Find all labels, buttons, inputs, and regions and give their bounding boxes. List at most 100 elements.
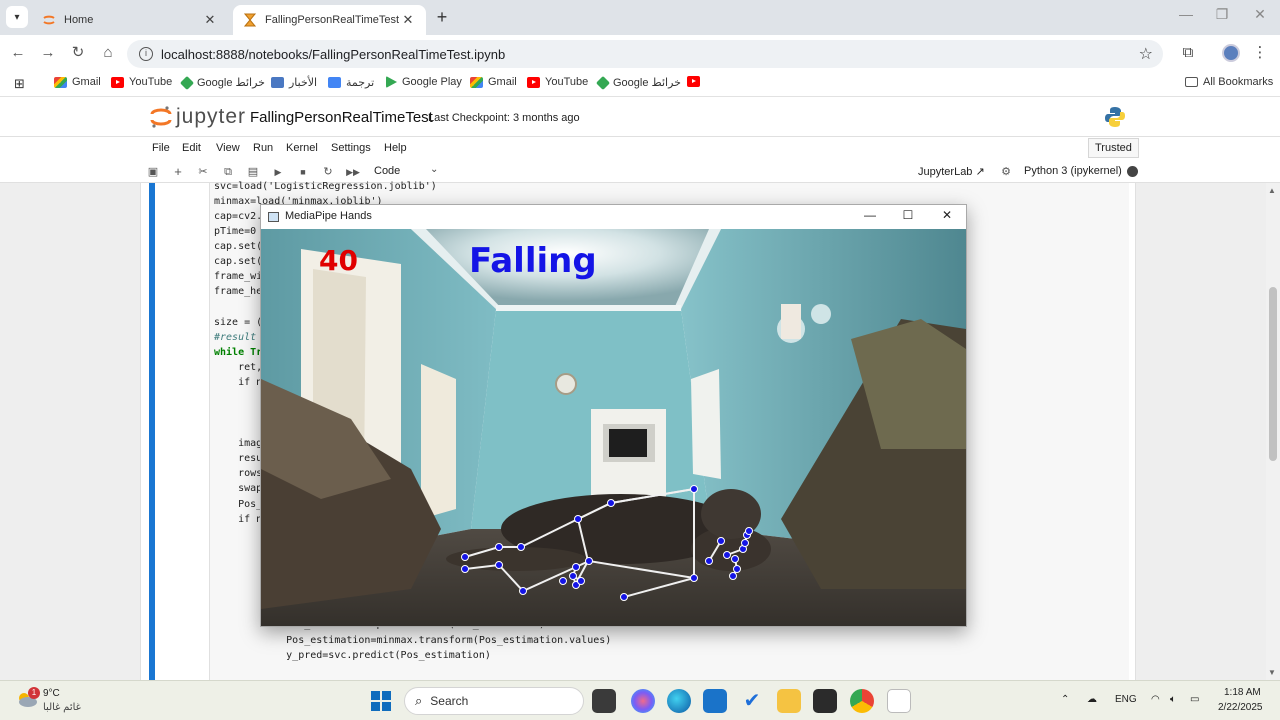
code-line: while Tr (214, 347, 263, 358)
terminal-icon[interactable] (813, 689, 837, 713)
extensions-icon[interactable]: ⧉ (1178, 43, 1198, 63)
mediapipe-window[interactable]: MediaPipe Hands — ☐ ✕ 40 Falling (260, 204, 967, 627)
minimize-window-icon[interactable]: — (1176, 6, 1196, 22)
bookmark-label: Google خرائط (197, 77, 265, 89)
bookmark-gmail[interactable]: Gmail (470, 76, 517, 88)
bookmark-news[interactable]: الأخبار (271, 76, 317, 89)
trusted-indicator[interactable]: Trusted (1088, 138, 1139, 158)
close-tab-icon[interactable]: ✕ (202, 12, 218, 28)
bookmark-label: Google Play (402, 76, 462, 88)
bookmark-translate[interactable]: ترجمة (328, 76, 374, 89)
notebook-title[interactable]: FallingPersonRealTimeTest (250, 109, 433, 126)
volume-icon[interactable]: 🔈︎ (1170, 694, 1176, 705)
cut-icon[interactable]: ✂ (195, 164, 211, 180)
menu-run[interactable]: Run (253, 142, 273, 154)
browser-toolbar: ← → ↻ ⌂ i localhost:8888/notebooks/Falli… (0, 35, 1280, 71)
page-scrollbar[interactable]: ▲ ▼ (1266, 183, 1280, 680)
code-line: pTime=0 (214, 226, 257, 237)
bookmark-maps[interactable]: Google خرائط (179, 75, 265, 90)
close-window-icon[interactable]: ✕ (935, 208, 959, 222)
maximize-window-icon[interactable]: ☐ (896, 208, 920, 222)
jupyter-logo[interactable]: jupyter (150, 105, 246, 129)
home-icon[interactable]: ⌂ (98, 43, 118, 63)
wifi-icon[interactable]: ◠ (1151, 694, 1160, 705)
cell-type-select[interactable]: Code (374, 165, 400, 177)
close-tab-icon[interactable]: ✕ (400, 12, 416, 28)
site-info-icon[interactable]: i (139, 47, 153, 61)
new-tab-icon[interactable]: + (432, 7, 452, 28)
profile-avatar[interactable] (1222, 44, 1240, 62)
mediapipe-window-title: MediaPipe Hands (285, 210, 372, 222)
todo-check-icon[interactable]: ✔ (740, 689, 764, 713)
code-comment: #result (214, 332, 257, 343)
code-line: svc=load('LogisticRegression.joblib') (214, 181, 437, 192)
menu-help[interactable]: Help (384, 142, 407, 154)
bookmark-gmail[interactable]: Gmail (54, 76, 101, 88)
scroll-down-icon[interactable]: ▼ (1268, 668, 1276, 677)
task-view-icon[interactable] (592, 689, 616, 713)
bookmark-star-icon[interactable]: ☆ (1139, 44, 1153, 64)
jupyterlab-link[interactable]: JupyterLab ↗ (918, 165, 985, 178)
menu-edit[interactable]: Edit (182, 142, 201, 154)
bookmark-label: Google خرائط (613, 77, 681, 89)
tab-notebook[interactable]: FallingPersonRealTimeTest ✕ (233, 5, 426, 35)
bookmark-youtube[interactable]: YouTube (527, 76, 588, 88)
chevron-up-icon[interactable]: ⌃ (1061, 694, 1069, 705)
save-icon[interactable]: ▣ (145, 164, 161, 180)
menu-file[interactable]: File (152, 142, 170, 154)
jupyter-logo-icon (150, 106, 172, 128)
fast-forward-icon[interactable]: ▶▶ (345, 164, 361, 180)
weather-temperature[interactable]: 9°C (43, 688, 60, 699)
taskbar-search[interactable]: ⌕ Search (404, 687, 584, 715)
onedrive-cloud-icon[interactable]: ☁ (1087, 694, 1097, 705)
gear-icon[interactable]: ⚙ (998, 164, 1014, 180)
stop-icon[interactable]: ■ (295, 164, 311, 180)
bookmark-youtube-icon-only[interactable] (687, 76, 705, 87)
forward-icon[interactable]: → (38, 43, 58, 63)
gmail-icon (54, 76, 67, 88)
chevron-down-icon[interactable]: ⌄ (430, 164, 438, 175)
clock-date[interactable]: 2/22/2025 (1218, 702, 1263, 713)
chrome-browser-icon[interactable] (850, 689, 874, 713)
restart-icon[interactable]: ↻ (320, 164, 336, 180)
microsoft-store-icon[interactable] (703, 689, 727, 713)
run-icon[interactable]: ▶ (270, 164, 286, 180)
scroll-up-icon[interactable]: ▲ (1268, 186, 1276, 195)
scroll-thumb[interactable] (1269, 287, 1277, 461)
copilot-icon[interactable] (631, 689, 655, 713)
restore-window-icon[interactable]: ❐ (1212, 6, 1232, 23)
tab-search-button[interactable]: ▾ (6, 6, 28, 28)
menu-view[interactable]: View (216, 142, 240, 154)
kernel-name[interactable]: Python 3 (ipykernel) (1024, 165, 1122, 177)
copy-icon[interactable]: ⧉ (220, 164, 236, 180)
bookmark-maps[interactable]: Google خرائط (595, 75, 681, 90)
tab-home[interactable]: Home ✕ (32, 5, 228, 35)
paste-icon[interactable]: ▤ (245, 164, 261, 180)
minimize-window-icon[interactable]: — (858, 208, 882, 222)
bookmark-youtube[interactable]: YouTube (111, 76, 172, 88)
weather-description[interactable]: غائم غالبا (43, 702, 81, 713)
language-indicator[interactable]: ENG (1115, 694, 1137, 705)
code-line: if n (214, 377, 263, 388)
reload-icon[interactable]: ↻ (68, 43, 88, 63)
add-cell-icon[interactable]: + (170, 164, 186, 180)
tab-title: Home (64, 14, 94, 26)
battery-icon[interactable]: ▭ (1190, 694, 1199, 705)
file-explorer-icon[interactable] (777, 689, 801, 713)
menu-settings[interactable]: Settings (331, 142, 371, 154)
address-bar[interactable]: i localhost:8888/notebooks/FallingPerson… (127, 40, 1163, 68)
close-window-icon[interactable]: ✕ (1250, 6, 1270, 23)
all-bookmarks[interactable]: All Bookmarks (1185, 76, 1273, 88)
mediapipe-titlebar[interactable]: MediaPipe Hands — ☐ ✕ (261, 205, 966, 229)
clock-time[interactable]: 1:18 AM (1224, 687, 1261, 698)
bookmark-google-play[interactable]: Google Play (386, 76, 462, 88)
menu-kebab-icon[interactable]: ⋮ (1250, 43, 1270, 63)
code-line: cap.set( (214, 256, 263, 267)
apps-grid-icon[interactable]: ⊞ (14, 76, 25, 92)
back-icon[interactable]: ← (8, 43, 28, 63)
edge-browser-icon[interactable] (667, 689, 691, 713)
menu-kernel[interactable]: Kernel (286, 142, 318, 154)
start-button[interactable] (371, 691, 391, 711)
camera-scene: 40 Falling (261, 229, 966, 626)
notepad-icon[interactable] (887, 689, 911, 713)
